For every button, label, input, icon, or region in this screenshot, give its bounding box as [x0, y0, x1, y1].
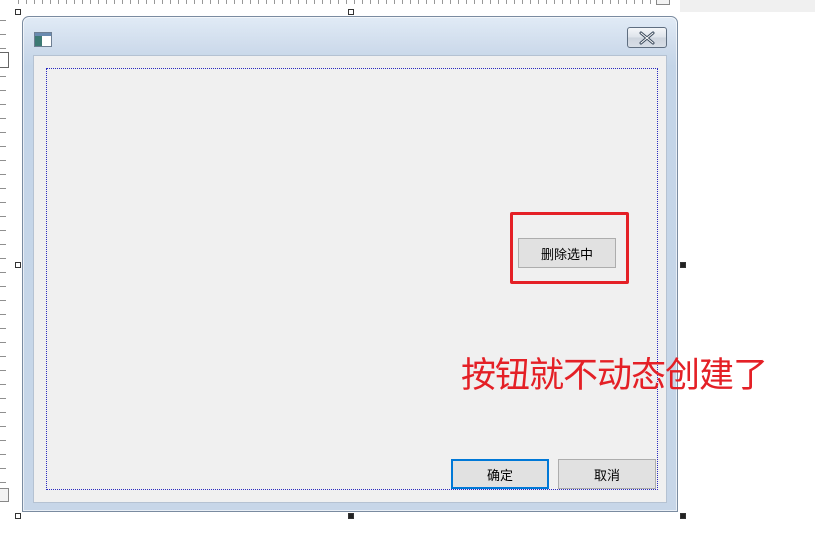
- cancel-button[interactable]: 取消: [558, 459, 656, 489]
- cancel-label: 取消: [593, 468, 620, 484]
- left-ruler: [0, 20, 10, 500]
- dialog-app-icon: [34, 32, 52, 47]
- top-ruler: [18, 0, 670, 4]
- resize-handle-bottom-right[interactable]: [680, 513, 686, 519]
- resize-handle-middle-left[interactable]: [15, 262, 21, 268]
- resize-handle-top-left[interactable]: [15, 9, 21, 15]
- close-button[interactable]: [627, 27, 667, 48]
- ok-label: 确定: [486, 468, 513, 484]
- resize-handle-top-center[interactable]: [348, 9, 354, 15]
- ok-button[interactable]: 确定: [451, 459, 549, 489]
- close-icon: [639, 31, 655, 44]
- dialog-titlebar[interactable]: [23, 17, 677, 55]
- left-ruler-marker: [0, 52, 9, 68]
- annotation-highlight-box: [510, 212, 629, 284]
- top-ruler-end-marker: [656, 0, 670, 5]
- resize-handle-bottom-center[interactable]: [348, 513, 354, 519]
- annotation-text: 按钮就不动态创建了: [461, 356, 768, 396]
- resize-handle-bottom-left[interactable]: [15, 513, 21, 519]
- resize-handle-middle-right[interactable]: [680, 262, 686, 268]
- left-ruler-end-marker: [0, 488, 9, 502]
- designer-background-strip: [680, 0, 815, 12]
